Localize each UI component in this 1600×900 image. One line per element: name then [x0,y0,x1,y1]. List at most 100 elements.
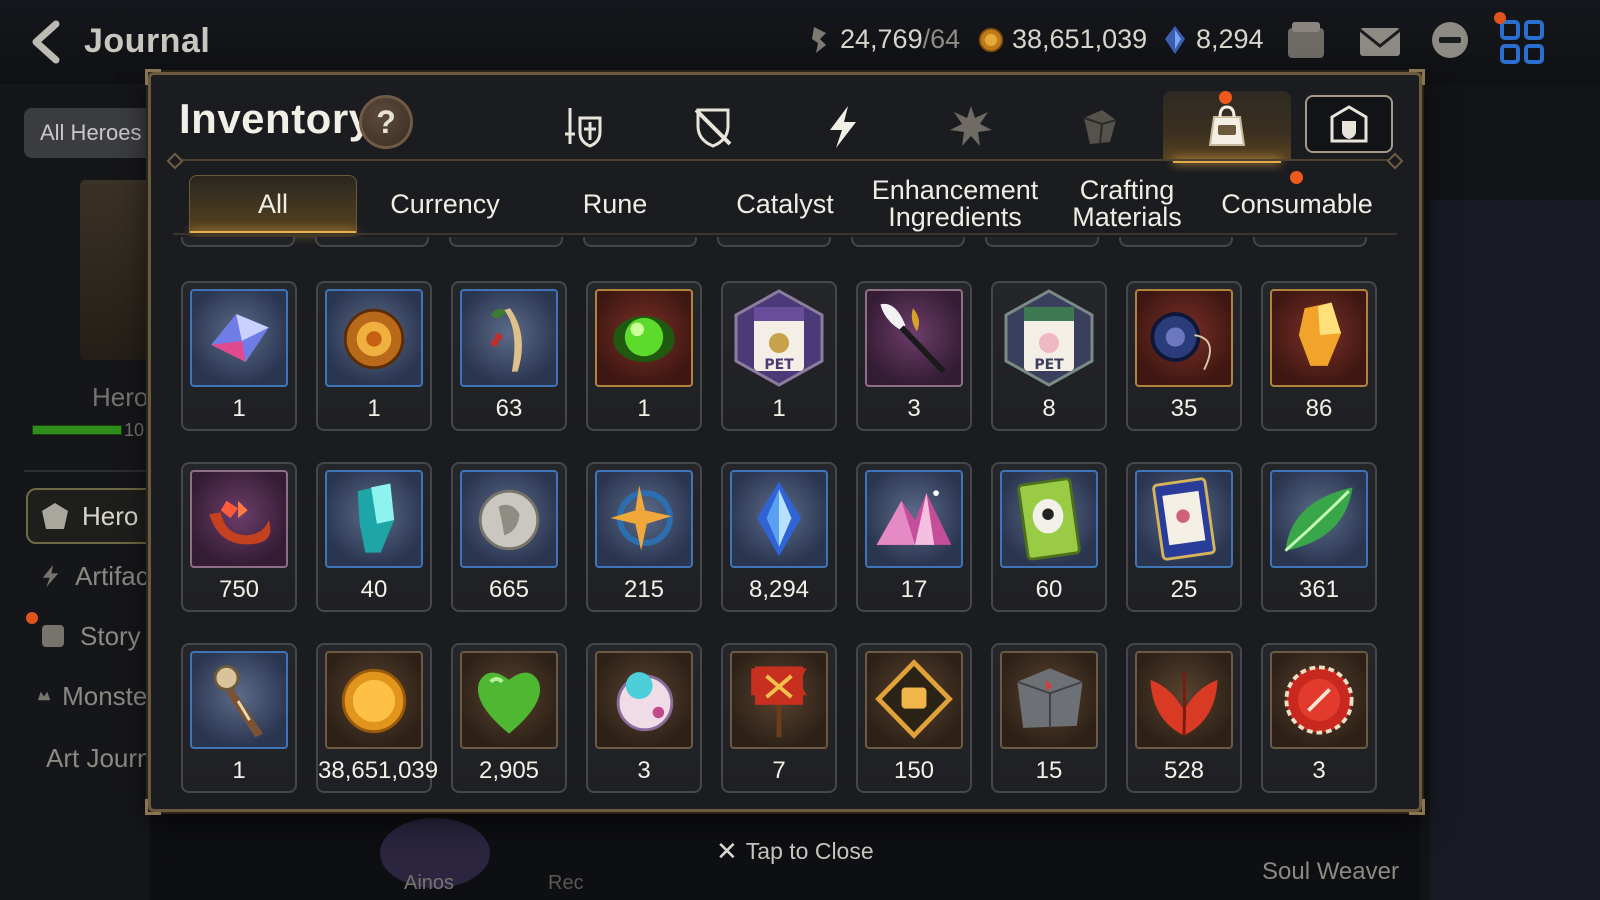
hero-portrait-label: Ainos [404,872,455,894]
item-slot[interactable]: 7 [721,643,837,793]
item-slot[interactable]: 1 [181,643,297,793]
hero-filter-chip[interactable]: All Heroes [24,108,154,158]
help-button[interactable]: ? [359,95,413,149]
monster-icon [37,691,51,701]
item-slot[interactable]: 63 [451,281,567,431]
item-slot[interactable]: 215 [586,462,702,612]
sidebar-item-hero[interactable]: Hero [26,488,156,544]
storage-icon [1330,105,1368,143]
hero-name-label: Soul Weaver [1262,858,1399,885]
inventory-grid: 1 1 63 1 PET 1 3 PET 8 35 86 750 40 665 … [181,237,1391,795]
item-slot[interactable]: 40 [316,462,432,612]
item-row: 1 1 63 1 PET 1 3 PET 8 35 86 [181,281,1391,431]
tap-to-close-button[interactable]: ✕ Tap to Close [716,836,874,867]
item-slot[interactable]: 35 [1126,281,1242,431]
item-row: 1 38,651,039 2,905 3 7 150 15 528 3 [181,643,1391,793]
skystone-icon [756,481,802,557]
svg-text:PET: PET [764,357,794,373]
subtab-enhancement-ingredients[interactable]: Enhancement Ingredients [871,175,1039,233]
item-slot[interactable]: 750 [181,462,297,612]
tab-catalyst[interactable] [793,91,893,163]
item-slot[interactable]: 25 [1126,462,1242,612]
mail-icon[interactable] [1356,18,1404,66]
item-slot[interactable]: 665 [451,462,567,612]
compass-bookmark-icon [213,664,263,738]
feather-wand-icon [880,303,946,374]
hero-icon [42,503,68,529]
item-slot[interactable]: 150 [856,643,972,793]
item-slot[interactable]: 3 [856,281,972,431]
green-card-icon [1017,477,1081,561]
dialog-title: Inventory [179,95,373,142]
stone-cube-icon [1017,668,1083,728]
tab-equipment[interactable] [533,91,633,163]
item-slot[interactable]: 528 [1126,643,1242,793]
green-leaf-icon [1284,487,1353,552]
sidebar-divider [24,470,150,472]
back-arrow-icon[interactable] [26,20,70,64]
subtab-catalyst[interactable]: Catalyst [701,175,869,233]
red-seal-icon [1284,665,1354,735]
gold-counter: 38,651,039 [978,24,1147,55]
hero-card [80,180,150,360]
gold-coin-icon [341,668,407,734]
sidebar-item-art[interactable]: Art Journal [26,730,156,786]
tab-artifact[interactable] [921,91,1021,163]
tab-storage[interactable] [1305,95,1393,153]
subtab-rune[interactable]: Rune [531,175,699,233]
item-row: 750 40 665 215 8,294 17 60 25 361 [181,462,1391,612]
item-slot[interactable]: 86 [1261,281,1377,431]
right-panel-content [1430,200,1600,900]
menu-grid-icon[interactable] [1498,18,1546,66]
item-slot[interactable]: 15 [991,643,1107,793]
pet-pack-purple-icon: PET [734,289,824,387]
tab-unequipped[interactable] [663,91,763,163]
lightning-icon [830,106,856,148]
item-slot[interactable]: 60 [991,462,1107,612]
item-slot[interactable]: 1 [316,281,432,431]
skystone-counter: 8,294 [1162,24,1264,55]
progress-bar [32,425,122,435]
pink-crystal-pile-icon [876,490,952,545]
item-slot[interactable]: 3 [1261,643,1377,793]
artifact-icon [42,564,59,588]
item-slot[interactable]: 3 [586,643,702,793]
story-notification-dot [26,612,38,624]
stamina-icon [812,26,826,53]
silver-coin-icon [478,489,540,551]
item-slot[interactable]: PET 1 [721,281,837,431]
tab-materials[interactable] [1049,91,1149,163]
item-slot[interactable]: 361 [1261,462,1377,612]
sidebar-item-monster[interactable]: Monster [26,668,156,724]
item-slot[interactable]: 1 [586,281,702,431]
svg-text:PET: PET [1034,357,1064,373]
notification-dot [1494,12,1506,24]
sidebar-item-artifact[interactable]: Artifact [26,548,156,604]
inventory-dialog: Inventory ? All Currency Rune Catalyst E… [145,69,1425,815]
green-heart-icon [477,672,541,734]
item-slot[interactable]: PET 8 [991,281,1107,431]
close-icon: ✕ [716,836,738,866]
red-horn-icon [209,500,271,545]
bag-notification-dot [1219,91,1232,104]
header-divider [173,159,1397,161]
stamina-counter: 24,769/64 [806,24,960,55]
subtab-currency[interactable]: Currency [361,175,529,233]
blue-pendant-icon [1150,312,1211,371]
scrolled-row-remnant [181,237,1367,247]
sidebar-item-story[interactable]: Story [26,608,156,664]
gold-coin-icon [978,27,1004,52]
shop-icon[interactable] [1282,18,1330,66]
item-slot[interactable]: 1 [181,281,297,431]
item-slot[interactable]: 8,294 [721,462,837,612]
item-slot[interactable]: 2,905 [451,643,567,793]
artifact-icon [950,106,992,146]
subtab-crafting-materials[interactable]: Crafting Materials [1043,175,1211,233]
item-slot[interactable]: 17 [856,462,972,612]
chat-icon[interactable] [1426,18,1474,66]
subtab-divider [173,233,1397,235]
skystone-icon [1165,25,1185,54]
item-slot[interactable]: 38,651,039 [316,643,438,793]
subtab-all[interactable]: All [189,175,357,234]
robot-ball-icon [616,672,674,732]
